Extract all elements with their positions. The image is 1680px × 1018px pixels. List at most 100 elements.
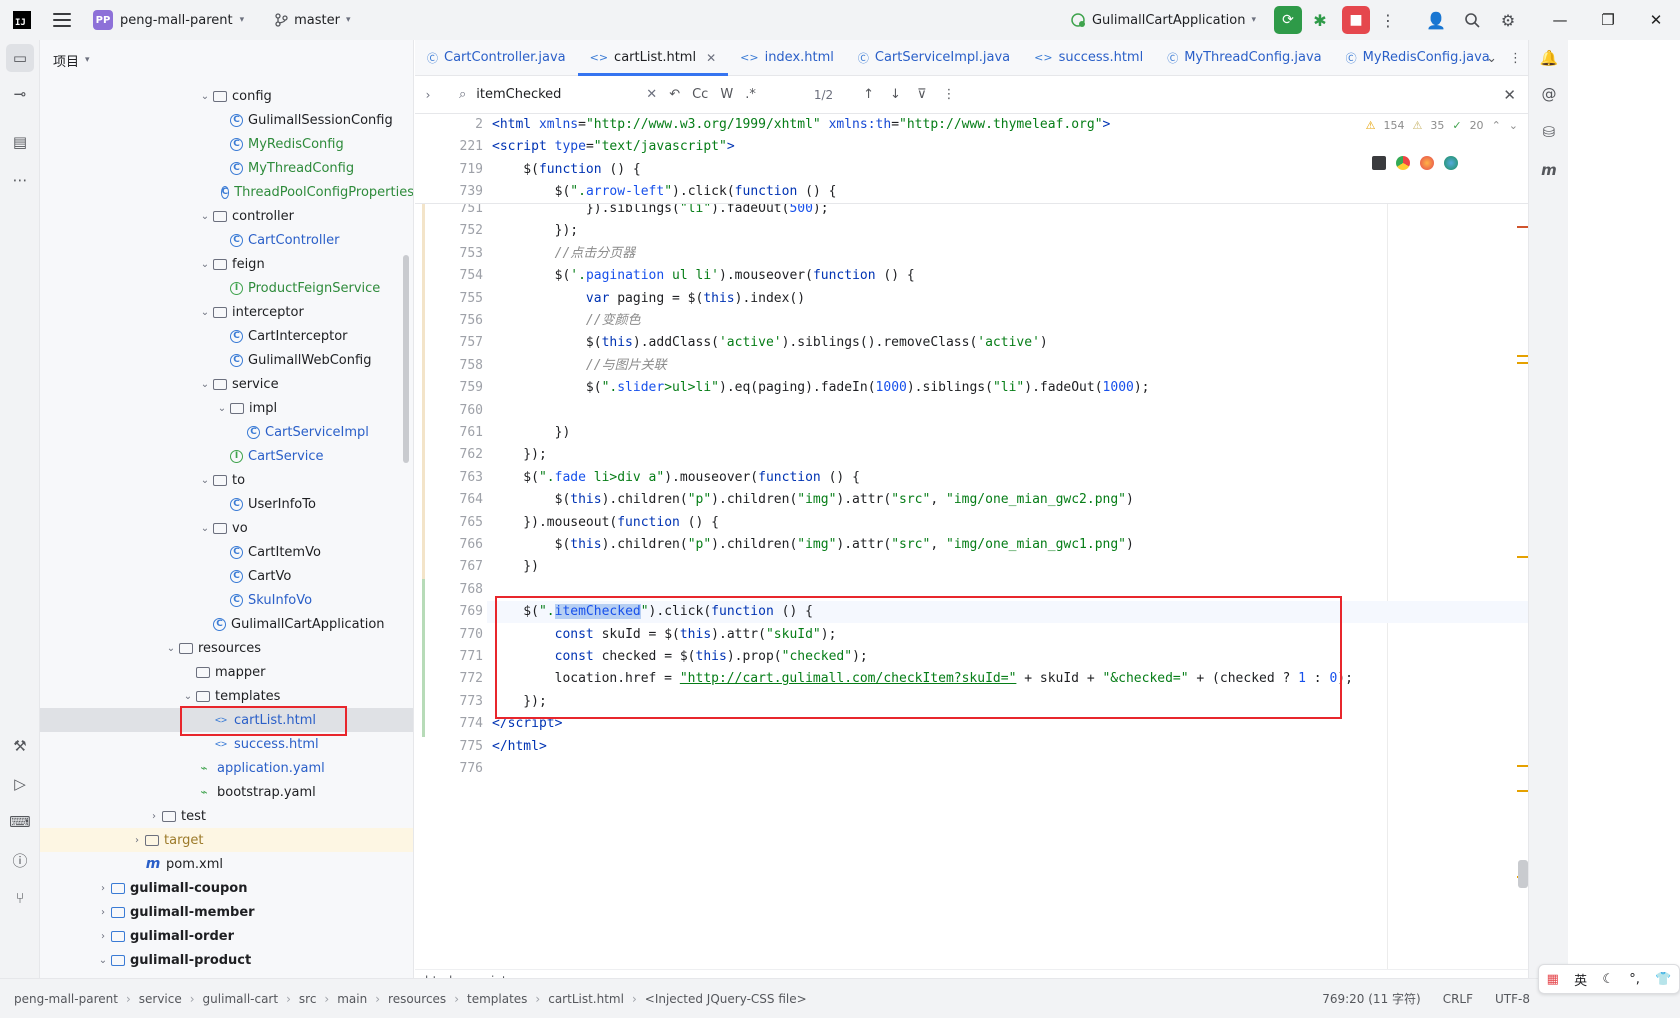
- nav-path-item[interactable]: templates: [467, 992, 527, 1006]
- close-find-button[interactable]: ✕: [1503, 86, 1516, 104]
- next-highlight-icon[interactable]: ⌄: [1509, 119, 1518, 132]
- nav-path-item[interactable]: <Injected JQuery-CSS file>: [645, 992, 807, 1006]
- tree-item[interactable]: › gulimall-member: [40, 900, 413, 924]
- chevron-down-icon[interactable]: ⌄: [197, 91, 213, 102]
- tree-item[interactable]: C CartServiceImpl: [40, 420, 413, 444]
- editor-tab[interactable]: Ⓒ CartController.java: [415, 40, 578, 75]
- tree-item[interactable]: ⌄ service: [40, 372, 413, 396]
- code-line[interactable]: }): [492, 422, 571, 444]
- settings-button[interactable]: ⚙: [1494, 6, 1522, 34]
- code-line[interactable]: }).mouseout(function () {: [492, 512, 719, 534]
- edge-icon[interactable]: [1444, 156, 1458, 170]
- code-line[interactable]: //点击分页器: [492, 243, 636, 265]
- database-tool-button[interactable]: ⛁: [1535, 118, 1563, 146]
- vcs-added-marker[interactable]: [422, 579, 425, 737]
- moon-icon[interactable]: ☾: [1602, 972, 1614, 987]
- tree-item[interactable]: C CartController: [40, 228, 413, 252]
- tree-item[interactable]: ⌁ application.yaml: [40, 756, 413, 780]
- code-line[interactable]: </html>: [492, 736, 547, 758]
- tree-item[interactable]: ⌁ bootstrap.yaml: [40, 780, 413, 804]
- tree-item[interactable]: ⌄ resources: [40, 636, 413, 660]
- maven-tool-button[interactable]: m: [1535, 156, 1563, 184]
- chevron-down-icon[interactable]: ⌄: [214, 403, 230, 414]
- problems-tool-button[interactable]: ⓘ: [6, 846, 34, 874]
- tree-item[interactable]: C SkuInfoVo: [40, 588, 413, 612]
- regex-toggle[interactable]: .*: [745, 87, 756, 102]
- chevron-right-icon[interactable]: ›: [95, 907, 111, 918]
- debug-button[interactable]: ✱: [1306, 6, 1334, 34]
- rerun-button[interactable]: ⟳: [1274, 6, 1302, 34]
- vcs-branch-switcher[interactable]: master ▾: [274, 13, 351, 28]
- chrome-icon[interactable]: [1396, 156, 1410, 170]
- vcs-modified-marker[interactable]: [422, 204, 425, 584]
- nav-path-item[interactable]: gulimall-cart: [203, 992, 279, 1006]
- chevron-down-icon[interactable]: ⌄: [180, 691, 196, 702]
- code-line[interactable]: $(function () {: [492, 159, 640, 181]
- tree-item[interactable]: › target: [40, 828, 413, 852]
- project-panel-header[interactable]: 项目 ▾: [40, 40, 413, 80]
- match-case-toggle[interactable]: Cc: [692, 87, 708, 102]
- more-vertical-icon[interactable]: ⋮: [1509, 51, 1522, 66]
- tab-overflow-icon[interactable]: ⌄: [1486, 51, 1497, 66]
- chevron-down-icon[interactable]: ⌄: [163, 643, 179, 654]
- inspection-widget[interactable]: ⚠ 154 ⚠ 35 ✓ 20 ⌃ ⌄: [1366, 119, 1518, 132]
- expand-replace-toggle[interactable]: ›: [415, 88, 441, 102]
- tree-item[interactable]: m pom.xml: [40, 852, 413, 876]
- chevron-down-icon[interactable]: ⌄: [197, 211, 213, 222]
- previous-highlight-icon[interactable]: ⌃: [1492, 119, 1501, 132]
- tree-item[interactable]: C MyRedisConfig: [40, 132, 413, 156]
- code-line[interactable]: });: [492, 220, 578, 242]
- code-line[interactable]: //与图片关联: [492, 355, 667, 377]
- find-input[interactable]: itemChecked: [476, 87, 646, 102]
- project-switcher[interactable]: PP peng-mall-parent ▾: [93, 10, 244, 30]
- tree-item[interactable]: › gulimall-coupon: [40, 876, 413, 900]
- tree-item[interactable]: ⌄ impl: [40, 396, 413, 420]
- run-configuration-selector[interactable]: GulimallCartApplication ▾: [1070, 12, 1256, 28]
- more-vertical-icon[interactable]: ⋮: [942, 87, 955, 102]
- nav-path-item[interactable]: resources: [388, 992, 446, 1006]
- previous-occurrence-icon[interactable]: ↑: [863, 87, 874, 102]
- chevron-down-icon[interactable]: ⌄: [197, 307, 213, 318]
- tree-item[interactable]: C GulimallSessionConfig: [40, 108, 413, 132]
- nav-path-item[interactable]: peng-mall-parent: [14, 992, 118, 1006]
- code-line[interactable]: $(".slider>ul>li").eq(paging).fadeIn(100…: [492, 377, 1150, 399]
- code-line[interactable]: }): [492, 556, 539, 578]
- main-menu-icon[interactable]: [53, 13, 71, 27]
- structure-tool-button[interactable]: ▤: [6, 128, 34, 156]
- nav-path-item[interactable]: service: [139, 992, 182, 1006]
- chevron-right-icon[interactable]: ›: [146, 811, 162, 822]
- tree-item[interactable]: ⌄ controller: [40, 204, 413, 228]
- whole-words-toggle[interactable]: W: [720, 87, 733, 102]
- editor-tab[interactable]: <> success.html: [1022, 40, 1155, 75]
- tree-item[interactable]: C CartInterceptor: [40, 324, 413, 348]
- tree-item[interactable]: › test: [40, 804, 413, 828]
- tree-item[interactable]: C ThreadPoolConfigProperties: [40, 180, 413, 204]
- chevron-down-icon[interactable]: ⌄: [197, 379, 213, 390]
- editor-tab[interactable]: Ⓒ CartServiceImpl.java: [846, 40, 1022, 75]
- code-line[interactable]: //变颜色: [492, 310, 641, 332]
- chevron-down-icon[interactable]: ⌄: [197, 475, 213, 486]
- git-tool-button[interactable]: ⑂: [6, 884, 34, 912]
- code-line[interactable]: $(this).children("p").children("img").at…: [492, 489, 1134, 511]
- services-tool-button[interactable]: ▷: [6, 770, 34, 798]
- chevron-right-icon[interactable]: ›: [95, 883, 111, 894]
- project-tree-scrollbar[interactable]: [403, 255, 409, 463]
- notifications-tool-button[interactable]: 🔔: [1535, 44, 1563, 72]
- editor-tab[interactable]: <> index.html: [728, 40, 846, 75]
- history-icon[interactable]: ↶: [669, 87, 680, 102]
- tree-item[interactable]: ⌄ interceptor: [40, 300, 413, 324]
- tree-item[interactable]: C CartVo: [40, 564, 413, 588]
- ime-language-toggle[interactable]: 英: [1574, 970, 1587, 989]
- editor-tab[interactable]: <> cartList.html ✕: [577, 40, 729, 76]
- tree-item[interactable]: C GulimallWebConfig: [40, 348, 413, 372]
- stop-button[interactable]: ■: [1342, 6, 1370, 34]
- minimize-button[interactable]: —: [1536, 0, 1584, 40]
- tree-item[interactable]: ⌄ templates: [40, 684, 413, 708]
- chevron-down-icon[interactable]: ⌄: [95, 955, 111, 966]
- build-tool-button[interactable]: ⚒: [6, 732, 34, 760]
- shirt-icon[interactable]: 👕: [1655, 972, 1671, 987]
- chevron-down-icon[interactable]: ⌄: [197, 523, 213, 534]
- filter-icon[interactable]: ⊽: [917, 87, 927, 102]
- tree-item[interactable]: ⌄ vo: [40, 516, 413, 540]
- nav-path-item[interactable]: cartList.html: [548, 992, 624, 1006]
